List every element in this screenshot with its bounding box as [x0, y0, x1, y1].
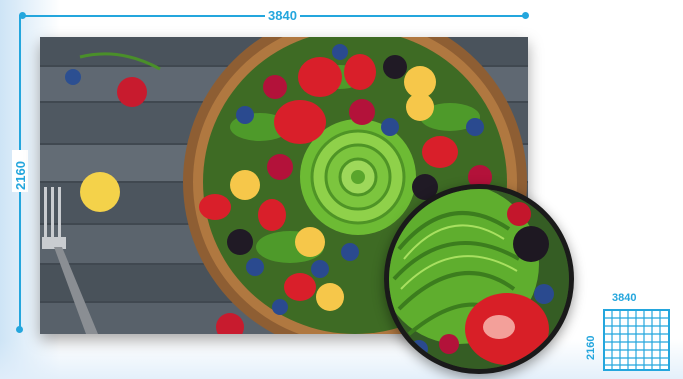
- height-dimension-label: 2160: [13, 161, 28, 190]
- grid-width-label: 3840: [612, 292, 637, 304]
- bottom-glow: [0, 339, 683, 379]
- height-dimension-end-dot: [16, 326, 23, 333]
- grid-height-label: 2160: [585, 335, 597, 360]
- zoom-detail-image: [389, 189, 569, 369]
- width-dimension-end-dot: [522, 12, 529, 19]
- zoom-detail-circle: [384, 184, 574, 374]
- width-dimension-label: 3840: [265, 8, 300, 23]
- resolution-grid-icon: [603, 309, 670, 371]
